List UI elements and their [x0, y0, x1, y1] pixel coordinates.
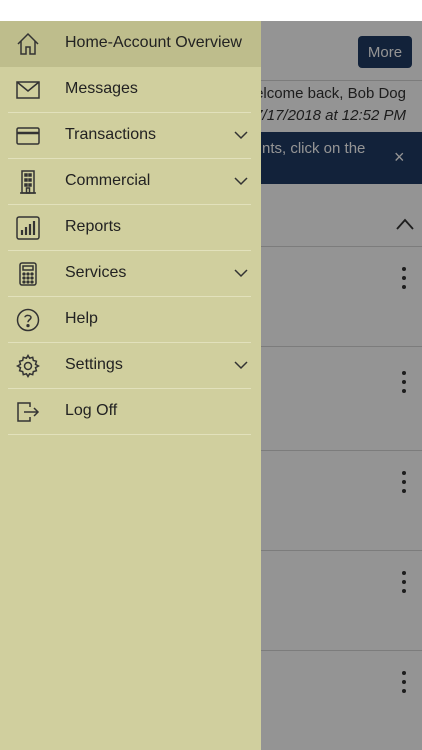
menu-item-settings[interactable]: Settings: [0, 343, 261, 389]
menu-item-label: Log Off: [65, 402, 118, 419]
menu-item-label: Help: [65, 310, 98, 327]
building-icon: [14, 169, 42, 195]
gear-icon: [14, 353, 42, 379]
navigation-drawer: Home-Account Overview Messages Transacti…: [0, 21, 261, 750]
menu-item-label: Services: [65, 264, 127, 281]
menu-item-help[interactable]: Help: [0, 297, 261, 343]
menu-item-log-off[interactable]: Log Off: [0, 389, 261, 435]
menu-item-label: Home-Account Overview: [65, 34, 242, 51]
bar-chart-icon: [14, 215, 42, 241]
menu-item-commercial[interactable]: Commercial: [0, 159, 261, 205]
menu-item-messages[interactable]: Messages: [0, 67, 261, 113]
envelope-icon: [14, 77, 42, 103]
calculator-icon: [14, 261, 42, 287]
question-icon: [14, 307, 42, 333]
chevron-down-icon[interactable]: [234, 360, 248, 370]
status-bar: [0, 0, 422, 21]
home-icon: [14, 31, 42, 57]
menu-item-label: Commercial: [65, 172, 151, 189]
menu-item-transactions[interactable]: Transactions: [0, 113, 261, 159]
menu-item-label: Transactions: [65, 126, 156, 143]
chevron-down-icon[interactable]: [234, 268, 248, 278]
chevron-down-icon[interactable]: [234, 176, 248, 186]
menu-item-home[interactable]: Home-Account Overview: [0, 21, 261, 67]
credit-card-icon: [14, 123, 42, 149]
logout-icon: [14, 399, 42, 425]
menu-item-services[interactable]: Services: [0, 251, 261, 297]
chevron-down-icon[interactable]: [234, 130, 248, 140]
menu-item-label: Messages: [65, 80, 138, 97]
menu-item-label: Reports: [65, 218, 122, 235]
menu-item-reports[interactable]: Reports: [0, 205, 261, 251]
menu-item-label: Settings: [65, 356, 123, 373]
